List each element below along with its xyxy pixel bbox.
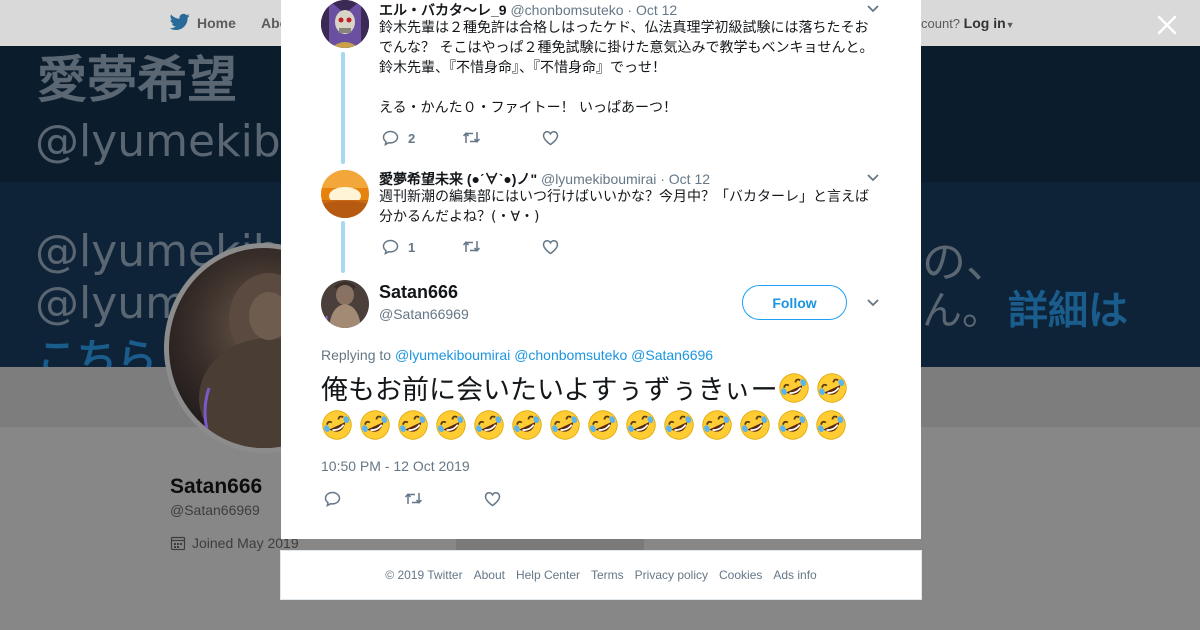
mention-link[interactable]: @Satan6696 — [631, 347, 713, 363]
rolling-laughing-emoji-icon — [740, 410, 770, 440]
rolling-laughing-emoji-icon — [512, 410, 542, 440]
caret-down-icon: ▼ — [1005, 20, 1015, 30]
main-tweet-text-content: 俺もお前に会いたいよすぅずぅきぃー — [321, 375, 778, 406]
account-prompt: count? Log in▼ — [921, 15, 1015, 31]
tweet-actions: 2 — [382, 130, 582, 148]
mention-link[interactable]: @lyumekiboumirai — [395, 347, 510, 363]
profile-joined: Joined May 2019 — [170, 535, 299, 551]
rolling-laughing-emoji-icon — [398, 410, 428, 440]
main-tweet-author-name[interactable]: Satan666 — [379, 282, 458, 303]
tweet-author-handle[interactable]: @chonbomsuteko — [510, 2, 623, 18]
like-button[interactable] — [542, 130, 559, 146]
retweet-button[interactable] — [404, 491, 423, 506]
twitter-bird-icon[interactable] — [170, 13, 190, 31]
retweet-icon — [462, 132, 481, 143]
reply-button[interactable] — [324, 491, 341, 507]
thread-line — [341, 52, 345, 164]
tweet-date[interactable]: · Oct 12 — [660, 171, 710, 187]
footer-link-terms[interactable]: Terms — [591, 568, 624, 582]
tweet-avatar[interactable] — [321, 0, 369, 48]
rolling-laughing-emoji-icon — [360, 410, 390, 440]
tweet-author-handle[interactable]: @lyumekiboumirai — [541, 171, 656, 187]
main-tweet-avatar[interactable] — [321, 280, 369, 328]
skeleton-avatar-icon — [321, 0, 369, 48]
footer-copyright: © 2019 Twitter — [385, 568, 463, 582]
profile-name: Satan666 — [170, 475, 263, 498]
heart-icon — [484, 492, 501, 507]
rolling-laughing-emoji-icon — [588, 410, 618, 440]
rolling-laughing-emoji-icon — [664, 410, 694, 440]
rolling-laughing-emoji-icon — [474, 410, 504, 440]
rolling-laughing-emoji-icon — [550, 410, 580, 440]
replying-to-label: Replying to — [321, 347, 392, 363]
nav-home-link[interactable]: Home — [197, 15, 236, 31]
tweet-modal: エル・バカタ～レ_9 @chonbomsuteko · Oct 12 鈴木先輩は… — [281, 0, 921, 539]
demon-avatar-icon — [321, 280, 369, 328]
banner-details-link[interactable]: 詳細は — [1008, 278, 1128, 336]
modal-footer: © 2019 Twitter About Help Center Terms P… — [280, 550, 922, 600]
chevron-down-icon[interactable] — [866, 2, 880, 16]
footer-link-about[interactable]: About — [474, 568, 505, 582]
like-button[interactable] — [542, 239, 559, 255]
rolling-laughing-emoji-icon — [702, 410, 732, 440]
main-tweet-actions — [324, 491, 524, 509]
banner-here-link[interactable]: こちら — [37, 326, 157, 367]
tweet-header: 愛夢希望未来 (●ˊ∀ˋ●)ノ" @lyumekiboumirai · Oct … — [379, 169, 710, 189]
close-button[interactable] — [1152, 10, 1182, 40]
heart-icon — [542, 240, 559, 255]
retweet-button[interactable] — [462, 130, 481, 145]
rolling-laughing-emoji-icon — [816, 410, 846, 440]
banner-text-title: 愛夢希望 — [37, 51, 237, 109]
mention-link[interactable]: @chonbomsuteko — [514, 347, 627, 363]
tweet-avatar[interactable] — [321, 170, 369, 218]
main-tweet-author-handle[interactable]: @Satan66969 — [379, 306, 469, 322]
tweet-author-name[interactable]: エル・バカタ～レ_9 — [379, 2, 507, 18]
tweet-author-name[interactable]: 愛夢希望未来 (●ˊ∀ˋ●)ノ" — [379, 171, 537, 187]
reply-icon — [382, 130, 399, 146]
follow-button[interactable]: Follow — [742, 285, 847, 320]
replying-to: Replying to @lyumekiboumirai @chonbomsut… — [321, 347, 713, 363]
reply-icon — [382, 239, 399, 255]
chevron-down-icon[interactable] — [866, 296, 880, 310]
thread-line — [341, 221, 345, 273]
rolling-laughing-emoji-icon — [816, 373, 847, 403]
reply-count: 2 — [408, 130, 416, 146]
sunset-avatar-icon — [321, 170, 369, 218]
rolling-laughing-emoji-icon — [626, 410, 656, 440]
chevron-down-icon[interactable] — [866, 171, 880, 185]
retweet-icon — [462, 241, 481, 252]
calendar-icon — [170, 536, 186, 551]
close-icon — [1157, 15, 1177, 35]
footer-link-ads-info[interactable]: Ads info — [773, 568, 816, 582]
retweet-button[interactable] — [462, 239, 481, 254]
tweet-header: エル・バカタ～レ_9 @chonbomsuteko · Oct 12 — [379, 0, 677, 20]
tweet-actions: 1 — [382, 239, 582, 257]
reply-icon — [324, 491, 341, 507]
tweet-text: 週刊新潮の編集部にはいつ行けばいいかな？今月中？「バカターレ」と言えば分かるんだ… — [379, 189, 869, 225]
main-tweet-text: 俺もお前に会いたいよすぅずぅきぃー — [321, 372, 881, 446]
reply-button[interactable]: 1 — [382, 239, 415, 255]
like-button[interactable] — [484, 491, 501, 507]
rolling-laughing-emoji-icon — [778, 410, 808, 440]
rolling-laughing-emoji-icon — [778, 373, 809, 403]
footer-link-help-center[interactable]: Help Center — [516, 568, 580, 582]
profile-handle: @Satan66969 — [170, 502, 260, 518]
reply-button[interactable]: 2 — [382, 130, 415, 146]
tweet-date[interactable]: · Oct 12 — [627, 2, 677, 18]
footer-link-cookies[interactable]: Cookies — [719, 568, 762, 582]
reply-count: 1 — [408, 239, 416, 255]
footer-link-privacy[interactable]: Privacy policy — [635, 568, 708, 582]
login-link[interactable]: Log in — [964, 15, 1006, 31]
tweet-text: 鈴木先輩は２種免許は合格しはったケド、仏法真理学初級試験には落ちたそおでんな？ … — [379, 20, 874, 116]
heart-icon — [542, 131, 559, 146]
rolling-laughing-emoji-icon — [436, 410, 466, 440]
rolling-laughing-emoji-icon — [322, 410, 352, 440]
retweet-icon — [404, 493, 423, 504]
have-account-text: count? — [921, 16, 961, 31]
banner-text-right-2: ん。 — [922, 288, 1002, 334]
main-tweet-timestamp[interactable]: 10:50 PM - 12 Oct 2019 — [321, 458, 470, 474]
